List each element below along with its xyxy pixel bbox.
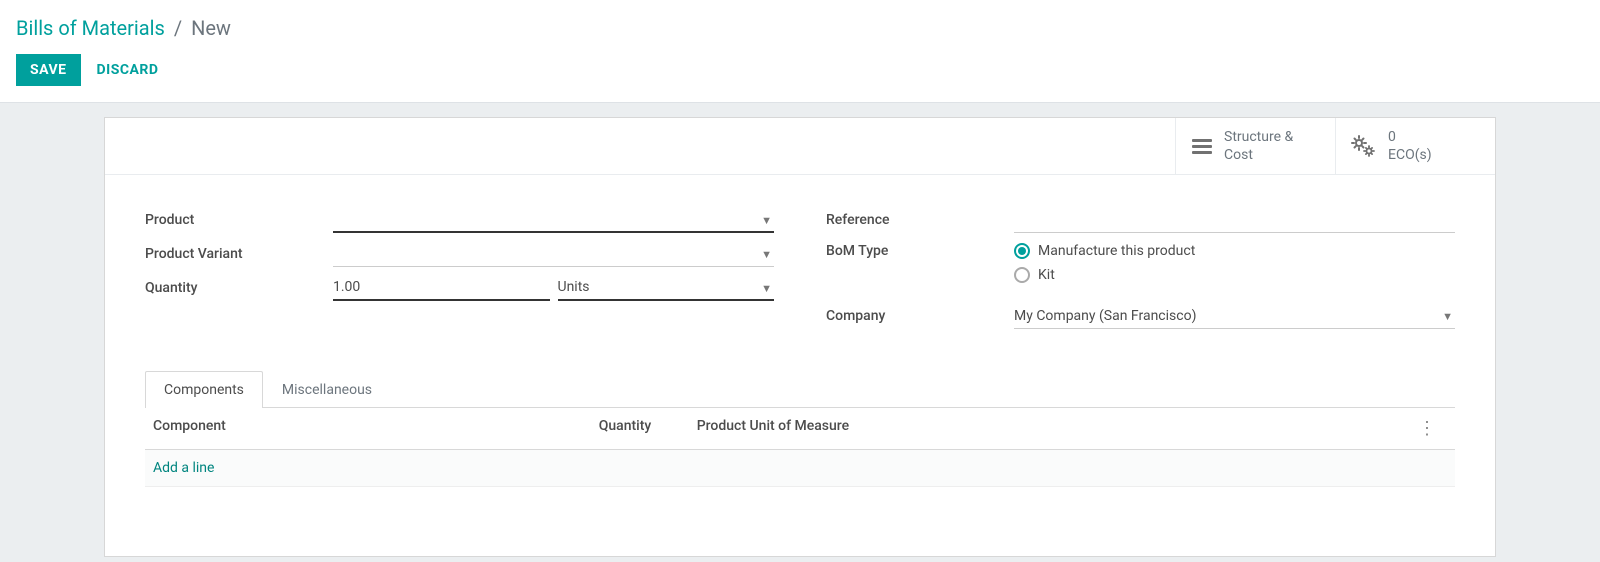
breadcrumb-sep: / [174, 16, 182, 40]
discard-button[interactable]: DISCARD [97, 62, 159, 78]
eco-label: ECO(s) [1388, 146, 1432, 164]
structure-cost-line2: Cost [1224, 146, 1293, 164]
eco-count: 0 [1388, 128, 1432, 146]
stat-buttons-bar: Structure & Cost 0 [105, 118, 1495, 175]
tab-miscellaneous[interactable]: Miscellaneous [263, 371, 391, 408]
list-icon [1190, 134, 1214, 158]
button-row: SAVE DISCARD [16, 54, 1584, 86]
form-grid: Product ▼ Product Variant [145, 203, 1455, 333]
quantity-label: Quantity [145, 280, 333, 296]
kit-radio-label: Kit [1038, 267, 1055, 283]
col-header-component: Component [153, 418, 599, 439]
company-label: Company [826, 308, 1014, 324]
product-field[interactable] [333, 207, 774, 233]
add-line-link[interactable]: Add a line [145, 450, 1455, 487]
structure-cost-button[interactable]: Structure & Cost [1175, 118, 1335, 174]
radio-checked-icon [1014, 243, 1030, 259]
gears-icon [1350, 134, 1378, 158]
tabs-bar: Components Miscellaneous [145, 371, 1455, 408]
form-col-left: Product ▼ Product Variant [145, 203, 774, 333]
reference-field[interactable] [1014, 208, 1455, 233]
col-header-uom: Product Unit of Measure [697, 418, 917, 439]
structure-cost-line1: Structure & [1224, 128, 1293, 146]
bom-type-kit-radio[interactable]: Kit [1014, 267, 1055, 283]
reference-label: Reference [826, 212, 1014, 228]
eco-button[interactable]: 0 ECO(s) [1335, 118, 1495, 174]
company-field[interactable] [1014, 304, 1455, 329]
tab-components[interactable]: Components [145, 371, 263, 408]
breadcrumb-current: New [191, 16, 231, 40]
components-table-header: Component Quantity Product Unit of Measu… [145, 408, 1455, 450]
save-button[interactable]: SAVE [16, 54, 81, 86]
manufacture-radio-label: Manufacture this product [1038, 243, 1195, 259]
form-col-right: Reference BoM Type Manufacture this prod… [826, 203, 1455, 333]
breadcrumb: Bills of Materials / New [16, 16, 1584, 40]
kebab-icon[interactable]: ⋮ [1418, 418, 1436, 439]
bom-type-manufacture-radio[interactable]: Manufacture this product [1014, 243, 1195, 259]
product-variant-label: Product Variant [145, 246, 333, 262]
product-label: Product [145, 212, 333, 228]
col-header-quantity: Quantity [599, 418, 679, 439]
structure-cost-text: Structure & Cost [1224, 128, 1293, 164]
quantity-unit-field[interactable] [558, 275, 775, 301]
content-background: Structure & Cost 0 [0, 102, 1600, 562]
quantity-field[interactable] [333, 275, 550, 301]
bom-type-label: BoM Type [826, 243, 1014, 259]
header-bar: Bills of Materials / New SAVE DISCARD [0, 0, 1600, 102]
radio-unchecked-icon [1014, 267, 1030, 283]
tabs-container: Components Miscellaneous Component Quant… [145, 371, 1455, 487]
breadcrumb-parent-link[interactable]: Bills of Materials [16, 16, 165, 40]
form-sheet: Structure & Cost 0 [104, 117, 1496, 557]
form-body: Product ▼ Product Variant [105, 175, 1495, 503]
product-variant-field[interactable] [333, 242, 774, 267]
eco-text: 0 ECO(s) [1388, 128, 1432, 164]
